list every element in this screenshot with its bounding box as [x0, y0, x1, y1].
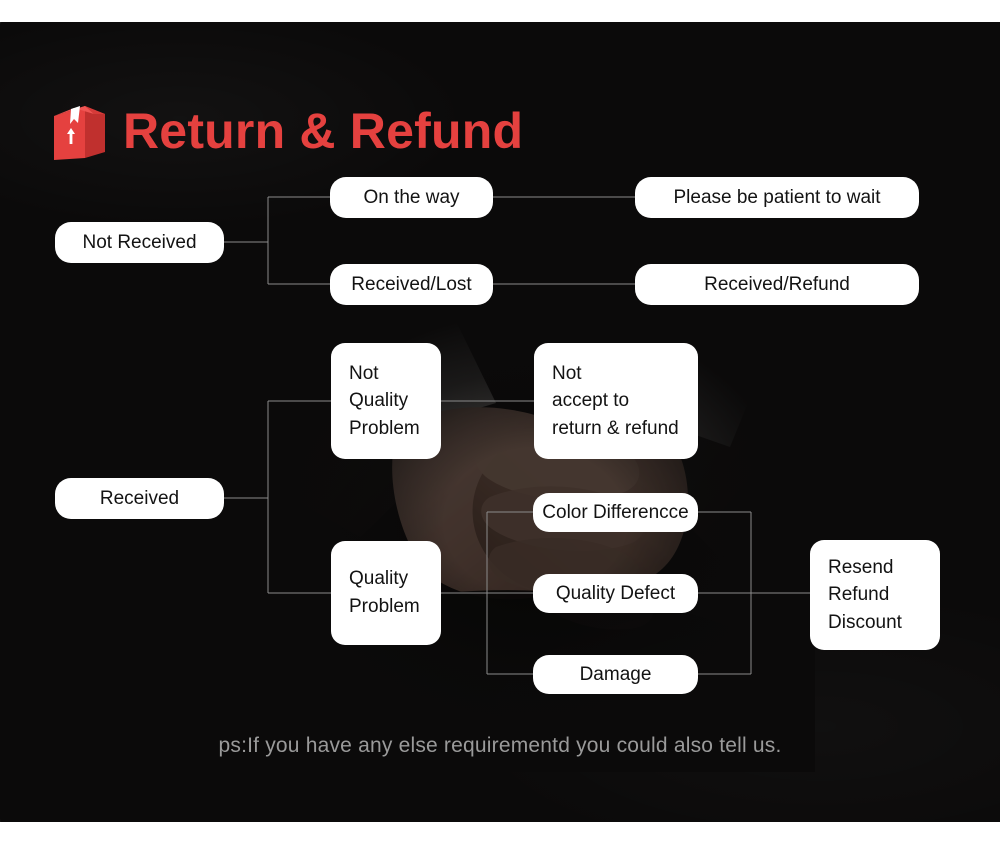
node-not-received[interactable]: Not Received	[55, 222, 224, 263]
node-label: Not Quality Problem	[349, 362, 420, 439]
node-label: Received	[99, 488, 180, 509]
node-label: Color Differencce	[542, 502, 689, 523]
node-quality-defect[interactable]: Quality Defect	[533, 574, 698, 613]
footer-note: ps:If you have any else requirementd you…	[0, 734, 1000, 758]
node-received[interactable]: Received	[55, 478, 224, 519]
node-label: On the way	[363, 187, 460, 208]
node-not-quality-problem[interactable]: Not Quality Problem	[331, 343, 441, 459]
node-label: Quality Defect	[555, 583, 676, 604]
return-refund-banner: Return & Refund Not Received On the way …	[0, 0, 1000, 845]
node-label: Resend Refund Discount	[828, 556, 902, 633]
node-received-refund[interactable]: Received/Refund	[635, 264, 919, 305]
node-on-the-way[interactable]: On the way	[330, 177, 493, 218]
node-resolution[interactable]: Resend Refund Discount	[810, 540, 940, 650]
node-damage[interactable]: Damage	[533, 655, 698, 694]
page-header: Return & Refund	[52, 100, 523, 162]
node-quality-problem[interactable]: Quality Problem	[331, 541, 441, 645]
footer-note-text: ps:If you have any else requirementd you…	[218, 734, 782, 757]
node-label: Received/Lost	[351, 274, 472, 295]
page-title: Return & Refund	[123, 103, 524, 159]
node-received-lost[interactable]: Received/Lost	[330, 264, 493, 305]
dark-panel: Return & Refund	[0, 22, 1000, 822]
node-label: Damage	[579, 664, 652, 685]
node-not-accept-return-refund[interactable]: Not accept to return & refund	[534, 343, 698, 459]
node-label: Not Received	[82, 232, 197, 253]
node-label: Quality Problem	[349, 568, 420, 617]
package-box-icon	[52, 100, 107, 162]
node-please-be-patient[interactable]: Please be patient to wait	[635, 177, 919, 218]
node-label: Please be patient to wait	[673, 187, 881, 208]
node-color-difference[interactable]: Color Differencce	[533, 493, 698, 532]
node-label: Received/Refund	[704, 274, 850, 295]
node-label: Not accept to return & refund	[552, 362, 679, 439]
